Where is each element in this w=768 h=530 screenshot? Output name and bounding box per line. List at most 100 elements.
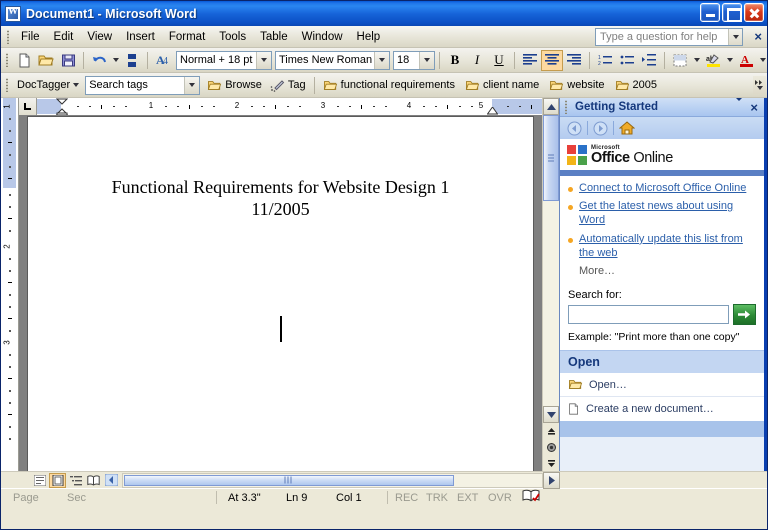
- vertical-ruler[interactable]: 1 2 3: [1, 98, 19, 471]
- document-page[interactable]: Functional Requirements for Website Desi…: [27, 116, 534, 471]
- scroll-down-button[interactable]: [543, 406, 559, 423]
- list-item[interactable]: Get the latest news about using Word: [568, 200, 756, 228]
- normal-view-icon[interactable]: [31, 473, 48, 488]
- new-document-icon[interactable]: [13, 50, 35, 71]
- menu-table[interactable]: Table: [253, 28, 295, 46]
- list-item[interactable]: Automatically update this list from the …: [568, 233, 756, 261]
- align-right-icon[interactable]: [563, 50, 585, 71]
- document-body[interactable]: Functional Requirements for Website Desi…: [28, 117, 533, 342]
- document-area[interactable]: 1 2 3 4 5: [19, 98, 542, 471]
- font-color-dropdown-icon[interactable]: [757, 50, 768, 71]
- previous-view-icon[interactable]: [103, 473, 120, 488]
- tag-button-client-name[interactable]: client name: [461, 77, 545, 94]
- doctagger-toolbar-gripper[interactable]: [4, 77, 10, 93]
- create-new-document-item[interactable]: Create a new document…: [560, 397, 764, 421]
- previous-page-button[interactable]: [543, 423, 559, 439]
- next-page-button[interactable]: [543, 455, 559, 471]
- browse-button[interactable]: Browse: [203, 78, 266, 93]
- search-tags-arrow[interactable]: [184, 77, 199, 94]
- font-combo-arrow[interactable]: [374, 52, 389, 69]
- menu-edit[interactable]: Edit: [47, 28, 81, 46]
- back-button[interactable]: [564, 119, 585, 137]
- search-tags-combo[interactable]: Search tags: [85, 76, 200, 95]
- spelling-grammar-icon[interactable]: [518, 489, 540, 506]
- save-icon[interactable]: [57, 50, 79, 71]
- vertical-scrollbar[interactable]: [542, 98, 559, 471]
- forward-button[interactable]: [590, 119, 611, 137]
- status-rec[interactable]: REC: [391, 492, 422, 504]
- numbered-list-icon[interactable]: 12: [594, 50, 616, 71]
- style-combo-arrow[interactable]: [256, 52, 271, 69]
- maximize-button[interactable]: [722, 3, 742, 22]
- status-ovr[interactable]: OVR: [484, 492, 518, 504]
- bulleted-list-icon[interactable]: [616, 50, 638, 71]
- tag-button-functional-requirements[interactable]: functional requirements: [319, 77, 461, 94]
- search-go-button[interactable]: [733, 304, 756, 325]
- outline-view-icon[interactable]: [67, 473, 84, 488]
- highlight-dropdown-icon[interactable]: [724, 50, 735, 71]
- bold-icon[interactable]: B: [444, 50, 466, 71]
- menu-tools[interactable]: Tools: [212, 28, 253, 46]
- horizontal-ruler[interactable]: 1 2 3 4 5: [19, 98, 542, 115]
- close-icon[interactable]: ×: [750, 100, 764, 115]
- home-button[interactable]: [616, 119, 637, 137]
- underline-icon[interactable]: U: [488, 50, 510, 71]
- styles-formatting-icon[interactable]: A4: [152, 50, 174, 71]
- font-combo[interactable]: Times New Roman: [275, 51, 390, 70]
- standard-toolbar-gripper[interactable]: [4, 52, 10, 68]
- menu-window[interactable]: Window: [295, 28, 350, 46]
- chevron-down-icon[interactable]: [728, 101, 750, 113]
- font-color-icon[interactable]: A: [735, 50, 757, 71]
- scroll-up-button[interactable]: [543, 98, 559, 115]
- vertical-scroll-thumb[interactable]: [543, 115, 559, 201]
- increase-indent-icon[interactable]: [638, 50, 660, 71]
- font-size-arrow[interactable]: [419, 52, 434, 69]
- italic-icon[interactable]: I: [466, 50, 488, 71]
- tag-button-2005[interactable]: 2005: [611, 77, 663, 94]
- list-item[interactable]: Connect to Microsoft Office Online: [568, 182, 756, 196]
- link-auto-update[interactable]: Automatically update this list from the …: [579, 233, 756, 261]
- menu-file[interactable]: File: [14, 28, 47, 46]
- borders-dropdown-icon[interactable]: [691, 50, 702, 71]
- menu-insert[interactable]: Insert: [119, 28, 162, 46]
- tag-button-website[interactable]: website: [545, 77, 610, 94]
- menu-view[interactable]: View: [80, 28, 119, 46]
- open-icon[interactable]: [35, 50, 57, 71]
- close-task-pane-x[interactable]: ×: [754, 29, 762, 44]
- menu-gripper[interactable]: [5, 29, 11, 45]
- align-center-icon[interactable]: [541, 50, 563, 71]
- task-pane-gripper[interactable]: [563, 99, 569, 115]
- doctagger-menu[interactable]: DocTagger: [13, 78, 83, 92]
- horizontal-ruler-body[interactable]: 1 2 3 4 5: [37, 98, 542, 115]
- highlight-icon[interactable]: ab: [702, 50, 724, 71]
- search-input[interactable]: [568, 305, 729, 324]
- status-ext[interactable]: EXT: [453, 492, 484, 504]
- horizontal-scroll-thumb[interactable]: [124, 475, 454, 486]
- font-size-combo[interactable]: 18: [393, 51, 435, 70]
- help-dropdown-arrow[interactable]: [728, 29, 742, 45]
- undo-dropdown-icon[interactable]: [110, 50, 121, 71]
- style-combo[interactable]: Normal + 18 pt: [176, 51, 272, 70]
- close-button[interactable]: [744, 3, 764, 22]
- tab-stop-selector[interactable]: [19, 98, 37, 115]
- print-layout-view-icon[interactable]: [49, 473, 66, 488]
- select-browse-object-button[interactable]: [543, 439, 559, 455]
- doctagger-overflow-button[interactable]: [753, 76, 766, 94]
- scroll-right-button[interactable]: [543, 472, 560, 489]
- help-question-box[interactable]: Type a question for help: [595, 28, 743, 46]
- more-link[interactable]: More…: [568, 265, 756, 277]
- horizontal-scroll-track[interactable]: [122, 473, 543, 488]
- status-trk[interactable]: TRK: [422, 492, 453, 504]
- minimize-button[interactable]: [700, 3, 720, 22]
- tag-button[interactable]: Tag: [266, 78, 310, 93]
- undo-icon[interactable]: [88, 50, 110, 71]
- menu-help[interactable]: Help: [350, 28, 388, 46]
- show-formatting-icon[interactable]: [121, 50, 143, 71]
- link-connect-office-online[interactable]: Connect to Microsoft Office Online: [579, 182, 746, 196]
- horizontal-scrollbar[interactable]: [122, 472, 560, 488]
- reading-layout-view-icon[interactable]: [85, 473, 102, 488]
- borders-icon[interactable]: [669, 50, 691, 71]
- align-left-icon[interactable]: [519, 50, 541, 71]
- menu-format[interactable]: Format: [162, 28, 212, 46]
- vertical-scroll-track[interactable]: [543, 115, 559, 406]
